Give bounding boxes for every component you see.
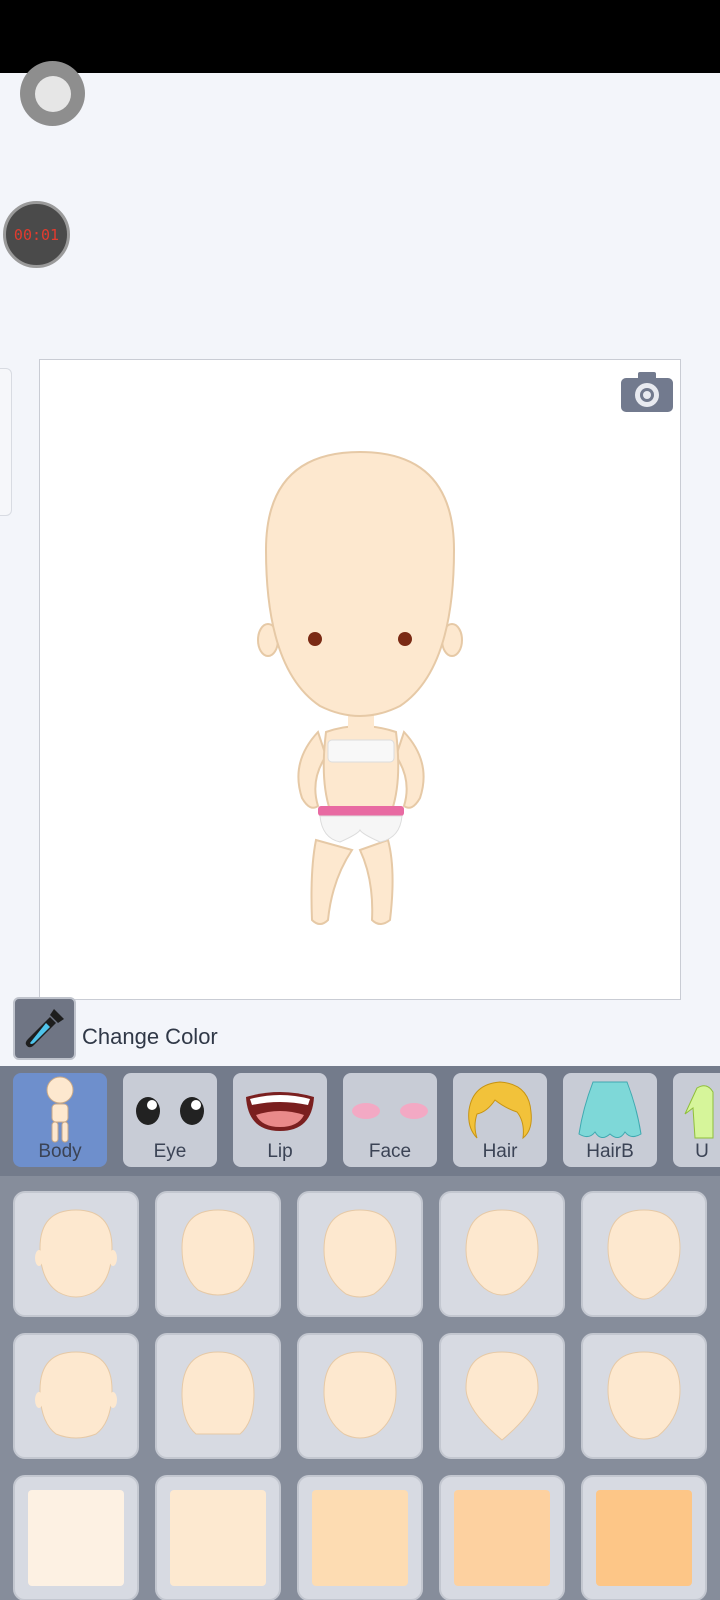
tab-label: U [695,1141,709,1162]
tab-label: Eye [153,1141,187,1162]
head-shape-option[interactable] [297,1333,423,1459]
head-shape-option[interactable] [155,1191,281,1317]
tab-face[interactable]: Face [343,1073,437,1167]
lip-icon [233,1081,327,1141]
camera-icon[interactable] [620,370,674,414]
record-button[interactable] [20,61,85,126]
skin-color-option[interactable] [581,1475,707,1600]
tab-upper[interactable]: U [673,1073,720,1167]
tab-label: HairB [586,1141,634,1162]
skin-color-option[interactable] [297,1475,423,1600]
status-bar [0,0,720,73]
tab-label: Hair [482,1141,518,1162]
record-dot-icon [34,75,71,112]
head-shape-option[interactable] [297,1191,423,1317]
side-drawer-handle[interactable] [0,368,12,516]
recording-timer[interactable]: 00:01 [3,201,70,268]
tab-eye[interactable]: Eye [123,1073,217,1167]
change-color-label: Change Color [82,1024,218,1049]
color-swatch [170,1490,266,1586]
skin-color-option[interactable] [439,1475,565,1600]
character-canvas [39,359,681,1000]
color-swatch [596,1490,692,1586]
timer-text: 00:01 [13,225,60,244]
skin-color-option[interactable] [13,1475,139,1600]
tab-lip[interactable]: Lip [233,1073,327,1167]
tab-label: Lip [267,1141,293,1162]
blush-icon [343,1081,437,1141]
hair-icon [453,1081,547,1141]
tab-label: Body [38,1141,82,1162]
skin-color-option[interactable] [155,1475,281,1600]
character-figure [240,450,480,935]
tab-body[interactable]: Body [13,1073,107,1167]
item-grid [0,1176,720,1600]
eye-icon [123,1081,217,1141]
color-swatch [28,1490,124,1586]
tab-hairb[interactable]: HairB [563,1073,657,1167]
category-tab-bar: Body Eye Lip Face Hair HairB U [0,1066,720,1176]
change-color-control[interactable]: Change Color [13,996,218,1060]
eyedropper-icon[interactable] [13,996,76,1060]
color-swatch [312,1490,408,1586]
head-shape-option[interactable] [439,1333,565,1459]
body-icon [13,1076,107,1143]
head-shape-option[interactable] [13,1191,139,1317]
head-shape-option[interactable] [155,1333,281,1459]
color-swatch [454,1490,550,1586]
hair-back-icon [563,1081,657,1141]
tab-label: Face [368,1141,412,1162]
tab-hair[interactable]: Hair [453,1073,547,1167]
head-shape-option[interactable] [581,1333,707,1459]
head-shape-option[interactable] [13,1333,139,1459]
head-shape-option[interactable] [439,1191,565,1317]
shirt-icon [673,1081,720,1141]
head-shape-option[interactable] [581,1191,707,1317]
